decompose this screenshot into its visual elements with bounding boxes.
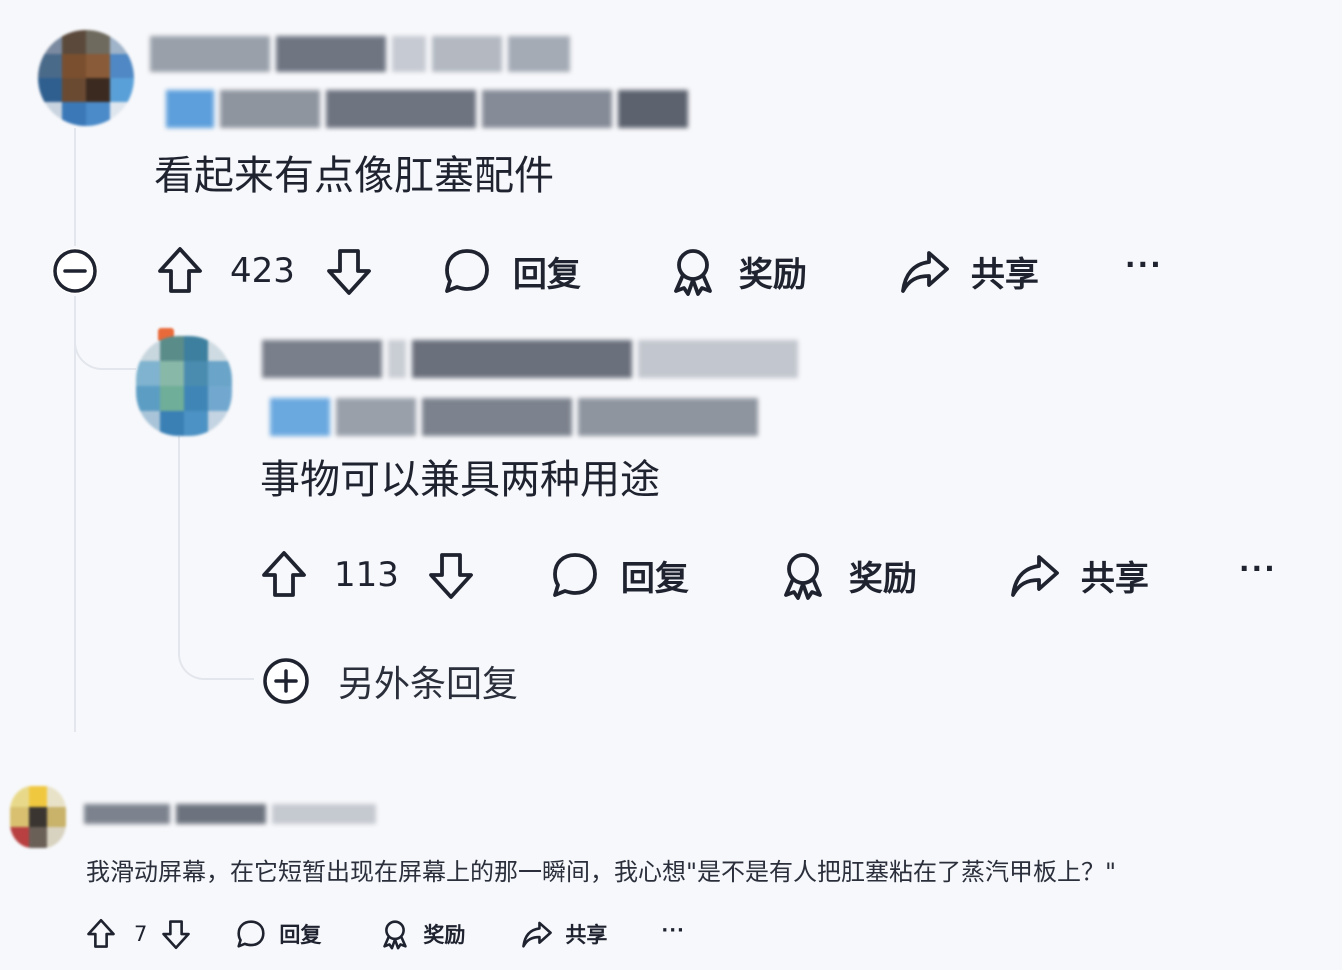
award-label: 奖励	[738, 254, 807, 295]
comment-thread: 看起来有点像肛塞配件 423 回复 奖励 共享 ··· 事物可以兼具两种用途 1…	[0, 0, 1342, 970]
downvote-button[interactable]	[325, 245, 373, 297]
avatar[interactable]	[10, 786, 66, 848]
thread-line-top	[74, 128, 76, 246]
vote-count: 423	[230, 251, 295, 291]
more-replies-link[interactable]: 另外条回复	[262, 656, 518, 706]
reply-button[interactable]: 回复	[235, 918, 321, 950]
award-button[interactable]: 奖励	[667, 245, 807, 297]
award-label: 奖励	[423, 923, 466, 947]
award-button[interactable]: 奖励	[379, 918, 465, 950]
award-button[interactable]: 奖励	[777, 549, 917, 601]
speech-bubble-icon	[237, 920, 265, 948]
arrow-up-icon	[87, 918, 115, 948]
upvote-button[interactable]	[156, 245, 204, 297]
vote-count: 7	[134, 922, 148, 946]
share-arrow-icon	[901, 251, 949, 293]
avatar[interactable]	[38, 30, 134, 126]
comment-body: 看起来有点像肛塞配件	[154, 153, 554, 199]
share-label: 共享	[970, 254, 1039, 295]
more-options-button[interactable]: ···	[1125, 248, 1163, 281]
user-flair-redacted	[270, 398, 758, 436]
comment-actions: 7 回复 奖励 共享 ···	[86, 914, 685, 954]
comment-actions: 423 回复 奖励 共享 ···	[156, 244, 1163, 298]
username-redacted[interactable]	[262, 340, 798, 378]
award-label: 奖励	[848, 558, 917, 599]
collapse-button[interactable]	[52, 248, 98, 294]
plus-circle-icon	[263, 658, 309, 704]
arrow-down-icon	[429, 553, 473, 599]
reply-label: 回复	[620, 558, 689, 599]
vote-count: 113	[334, 555, 399, 595]
speech-bubble-icon	[445, 249, 489, 293]
share-button[interactable]: 共享	[899, 245, 1039, 297]
reply-label: 回复	[512, 254, 581, 295]
speech-bubble-icon	[553, 553, 597, 597]
thread-line-main[interactable]	[74, 296, 76, 732]
thread-branch-curve	[74, 300, 136, 370]
downvote-button[interactable]	[161, 917, 191, 951]
comment-body: 事物可以兼具两种用途	[260, 457, 660, 503]
downvote-button[interactable]	[427, 549, 475, 601]
thread-line-reply[interactable]	[178, 436, 180, 636]
arrow-up-icon	[262, 551, 306, 597]
share-label: 共享	[1080, 558, 1149, 599]
reply-button[interactable]: 回复	[441, 245, 581, 297]
more-options-button[interactable]: ···	[661, 920, 685, 941]
more-options-button[interactable]: ···	[1239, 552, 1277, 585]
share-button[interactable]: 共享	[1009, 549, 1149, 601]
arrow-down-icon	[327, 249, 371, 295]
username-redacted[interactable]	[84, 804, 376, 824]
reply-label: 回复	[279, 923, 322, 947]
arrow-down-icon	[162, 920, 191, 950]
share-button[interactable]: 共享	[521, 918, 607, 950]
reply-button[interactable]: 回复	[549, 549, 689, 601]
award-ribbon-icon	[383, 920, 408, 950]
avatar[interactable]	[136, 336, 232, 436]
upvote-button[interactable]	[86, 917, 116, 951]
user-flair-redacted	[166, 90, 688, 128]
username-redacted[interactable]	[150, 36, 570, 72]
share-arrow-icon	[522, 921, 553, 948]
thread-more-curve	[178, 620, 254, 680]
award-ribbon-icon	[674, 249, 712, 296]
comment-body: 我滑动屏幕，在它短暂出现在屏幕上的那一瞬间，我心想"是不是有人把肛塞粘在了蒸汽甲…	[86, 858, 1117, 886]
comment-actions: 113 回复 奖励 共享 ···	[260, 548, 1277, 602]
arrow-up-icon	[158, 247, 202, 293]
share-arrow-icon	[1011, 555, 1059, 597]
award-ribbon-icon	[784, 553, 822, 600]
more-replies-label: 另外条回复	[338, 664, 519, 705]
minus-circle-icon	[53, 249, 97, 293]
share-label: 共享	[565, 923, 608, 947]
upvote-button[interactable]	[260, 549, 308, 601]
